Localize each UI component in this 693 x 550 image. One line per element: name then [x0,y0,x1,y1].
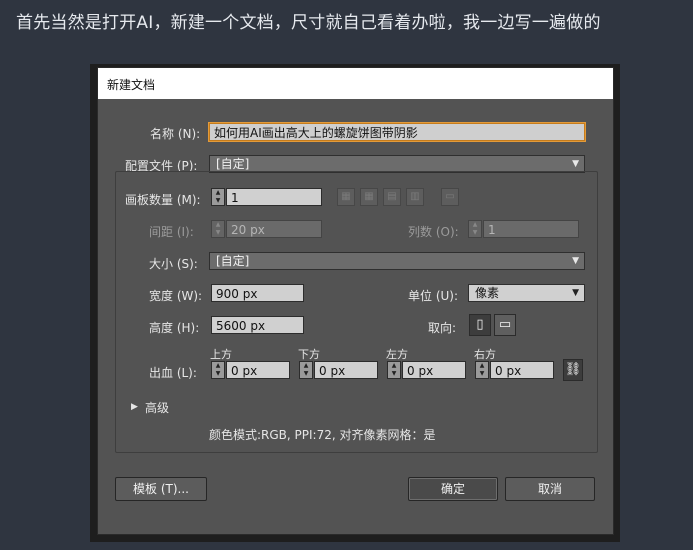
bleed-top-label: 上方 [210,348,232,361]
size-select[interactable]: [自定] ▼ [209,252,585,270]
artboard-arrange-icon[interactable]: ▤ [383,188,401,206]
name-label: 名称 (N): [150,127,201,141]
width-input[interactable]: 900 px [211,284,304,302]
height-input[interactable]: 5600 px [211,316,304,334]
new-document-dialog: 新建文档 名称 (N): 如何用AI画出高大上的螺旋饼图带阴影 配置文件 (P)… [97,67,614,535]
bleed-bottom-label: 下方 [298,348,320,361]
units-label: 单位 (U): [408,289,459,303]
bleed-right-input[interactable]: 0 px [490,361,554,379]
artboard-arrange-icon[interactable]: ▦ [360,188,378,206]
artboards-stepper[interactable]: ▲ ▼ [211,188,225,206]
spacing-stepper[interactable]: ▲ ▼ [211,220,225,238]
bleed-bottom-stepper[interactable]: ▲ ▼ [299,361,313,379]
bleed-right-stepper[interactable]: ▲ ▼ [475,361,489,379]
bleed-top-stepper[interactable]: ▲ ▼ [211,361,225,379]
height-label: 高度 (H): [149,321,200,335]
settings-group-frame [115,171,598,453]
artboard-arrange-icon[interactable]: ▭ [441,188,459,206]
chevron-down-icon: ▼ [572,256,579,266]
dialog-titlebar: 新建文档 [98,68,613,99]
columns-label: 列数 (O): [408,225,459,239]
template-button[interactable]: 模板 (T)... [115,477,207,501]
portrait-orientation-icon[interactable]: ▯ [469,314,491,336]
landscape-orientation-icon[interactable]: ▭ [494,314,516,336]
orientation-label: 取向: [428,321,457,335]
size-label: 大小 (S): [149,257,198,271]
columns-stepper[interactable]: ▲ ▼ [468,220,482,238]
artboard-arrange-icon[interactable]: ▦ [337,188,355,206]
dialog-title: 新建文档 [107,78,156,92]
intro-text: 首先当然是打开AI，新建一个文档，尺寸就自己看着办啦，我一边写一遍做的 [16,13,601,33]
artboards-label: 画板数量 (M): [125,193,201,207]
bleed-left-label: 左方 [386,348,408,361]
chevron-down-icon: ▼ [572,288,579,298]
advanced-toggle[interactable]: 高级 [145,399,169,416]
bleed-left-input[interactable]: 0 px [402,361,466,379]
cancel-button[interactable]: 取消 [505,477,595,501]
spacing-label: 间距 (I): [149,225,194,239]
spacing-input[interactable]: 20 px [226,220,322,238]
document-info-text: 颜色模式:RGB, PPI:72, 对齐像素网格：是 [209,428,436,442]
disclosure-triangle-icon[interactable]: ▶ [131,402,138,412]
width-label: 宽度 (W): [149,289,203,303]
bleed-label: 出血 (L): [149,366,197,380]
bleed-top-input[interactable]: 0 px [226,361,290,379]
artboard-arrange-icon[interactable]: ▥ [406,188,424,206]
link-icon[interactable]: ⛓ [563,359,583,381]
ok-button[interactable]: 确定 [408,477,498,501]
bleed-bottom-input[interactable]: 0 px [314,361,378,379]
columns-input[interactable]: 1 [483,220,579,238]
profile-value: [自定] [216,157,250,171]
name-input[interactable]: 如何用AI画出高大上的螺旋饼图带阴影 [209,123,585,141]
units-value: 像素 [475,286,500,300]
artboards-input[interactable]: 1 [226,188,322,206]
units-select[interactable]: 像素 ▼ [468,284,585,302]
bleed-right-label: 右方 [474,348,496,361]
bleed-left-stepper[interactable]: ▲ ▼ [387,361,401,379]
size-value: [自定] [216,254,250,268]
